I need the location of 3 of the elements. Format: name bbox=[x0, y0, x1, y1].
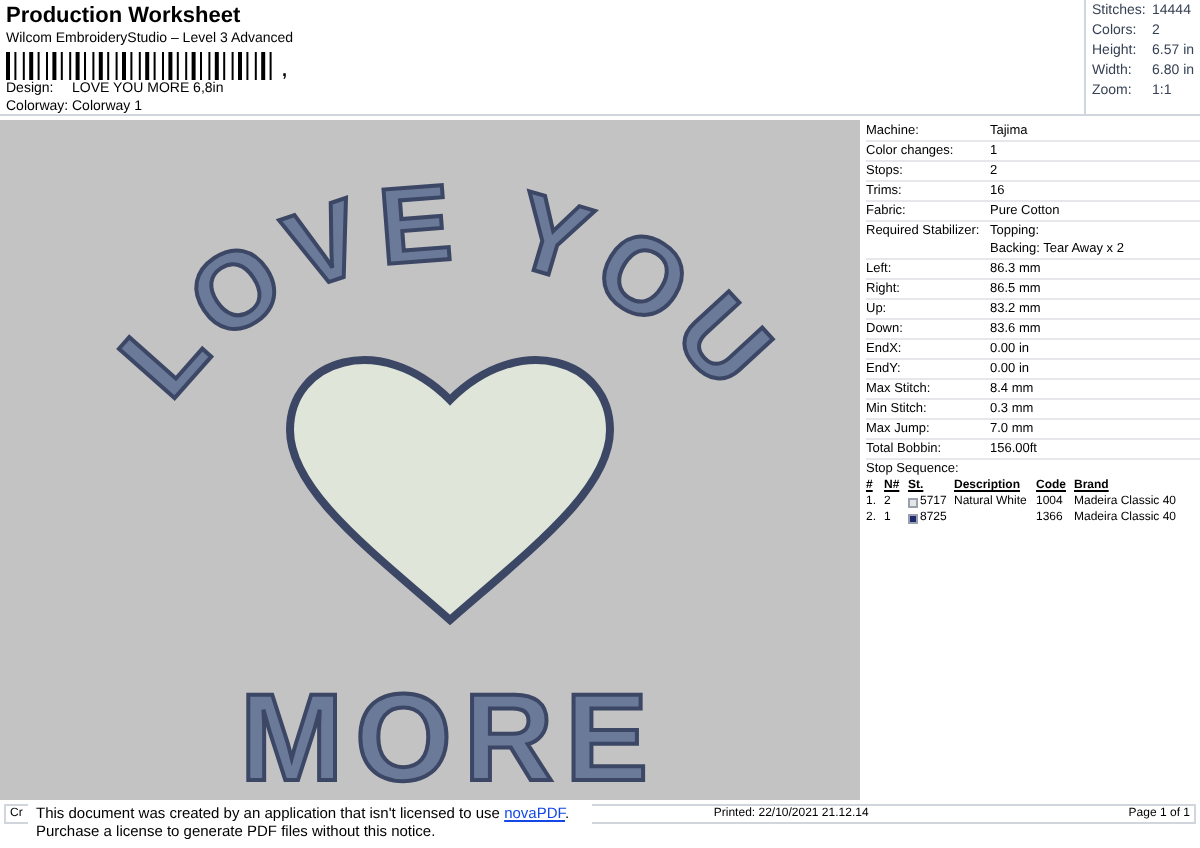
document-title: Production Worksheet bbox=[6, 2, 243, 30]
barcode-mark: , bbox=[282, 62, 288, 80]
barcode-icon bbox=[6, 52, 278, 80]
